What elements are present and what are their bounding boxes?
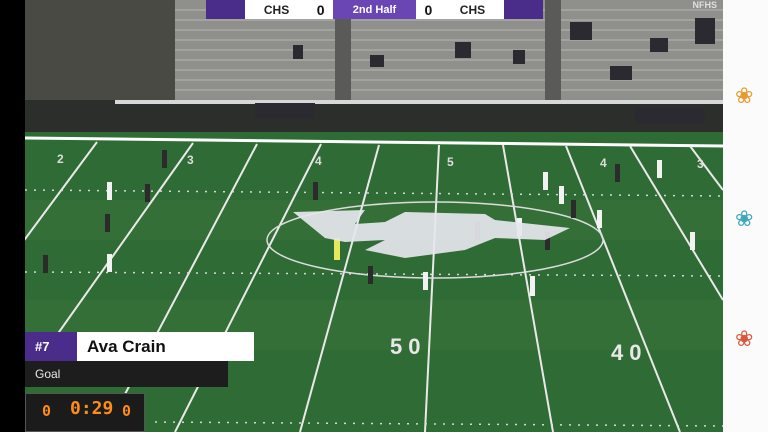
side-panel: ❀ ❀ ❀: [723, 0, 768, 432]
orange-butterfly-icon: ❀: [735, 83, 754, 108]
scoreboard-home: 0: [42, 402, 52, 420]
scoreboard-clock: 0:29: [70, 398, 114, 419]
scorebug-edge: [503, 0, 544, 19]
video-player[interactable]: 2 3 4 5 4 3 50 40 CHS 0 2nd Half 0 CHS N…: [25, 0, 723, 432]
home-team-name: CHS: [245, 0, 308, 19]
yard-number: 50: [390, 334, 427, 359]
away-team-name: CHS: [441, 0, 504, 19]
event-label: Goal: [25, 361, 228, 387]
home-team-score: 0: [307, 0, 334, 19]
yard-number: 4: [315, 154, 322, 168]
yard-number: 3: [697, 157, 704, 171]
teal-butterfly-icon: ❀: [735, 206, 754, 231]
stadium-scoreboard: 0 0:29 0: [25, 393, 145, 432]
yard-number: 4: [600, 156, 607, 170]
yard-number: 3: [187, 153, 194, 167]
yard-number: 2: [57, 152, 64, 166]
player-name: Ava Crain: [77, 332, 254, 361]
player-number: #7: [25, 332, 77, 361]
scorebug-edge: [206, 0, 246, 19]
yard-number: 40: [611, 340, 648, 365]
scorebug: CHS 0 2nd Half 0 CHS: [206, 0, 544, 19]
away-team-score: 0: [415, 0, 442, 19]
red-butterfly-icon: ❀: [735, 326, 754, 351]
game-period: 2nd Half: [333, 0, 416, 19]
yard-number: 5: [447, 155, 454, 169]
scoreboard-away: 0: [122, 402, 132, 420]
broadcast-watermark: NFHS: [692, 0, 718, 10]
